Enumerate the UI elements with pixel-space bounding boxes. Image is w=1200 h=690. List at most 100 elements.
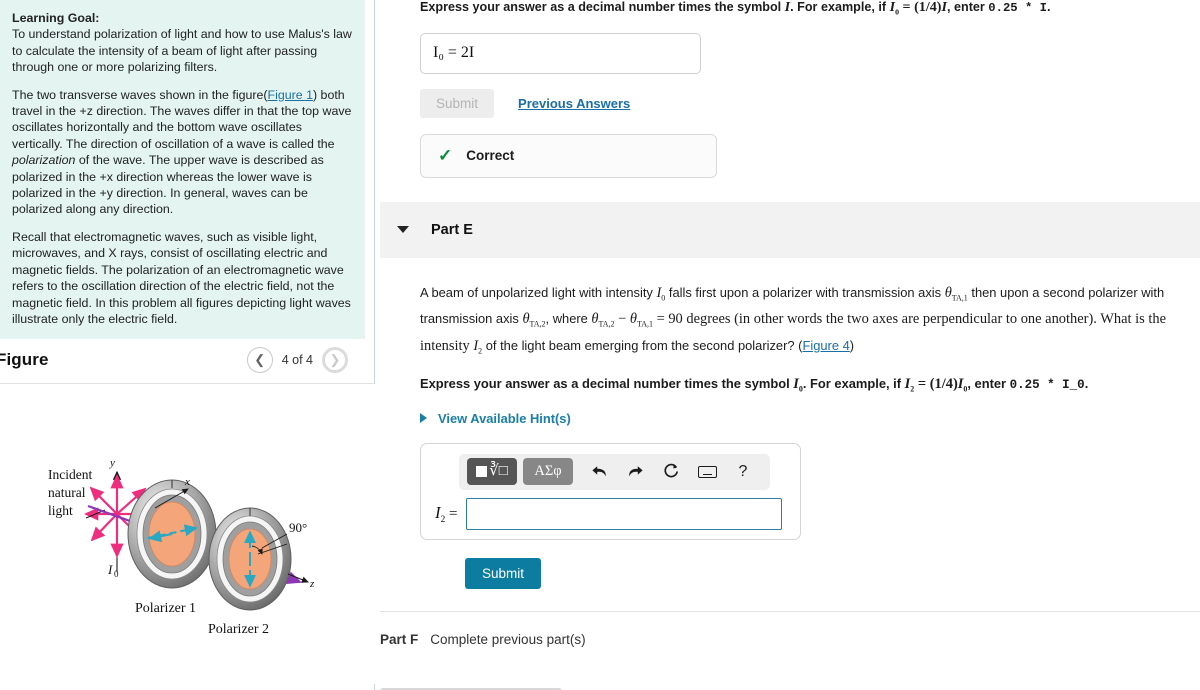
correct-label: Correct: [466, 148, 515, 164]
instr-text-b: . For example, if: [790, 0, 890, 14]
ex-text-d: , enter: [967, 376, 1010, 392]
checkmark-icon: ✓: [438, 145, 453, 165]
polarizer-1: Polarizer 1: [127, 479, 217, 616]
answer-input[interactable]: [466, 497, 783, 530]
part-e-body: A beam of unpolarized light with intensi…: [375, 258, 1200, 589]
figure-4-link[interactable]: Figure 4: [802, 338, 849, 353]
q-theta-2-sub: TA,2: [529, 319, 546, 329]
label-polarizer-1: Polarizer 1: [135, 601, 196, 616]
undo-arrow-icon[interactable]: [581, 457, 617, 487]
q-theta-2b-sub: TA,2: [598, 319, 615, 329]
chevron-left-icon: ❮: [254, 352, 266, 368]
instr-text-d: , enter: [947, 0, 989, 14]
math-toolbar: ∛□ ΑΣφ ?: [459, 453, 770, 490]
label-polarizer-2: Polarizer 2: [208, 622, 269, 637]
figure-counter: 4 of 4: [281, 353, 313, 368]
part-f-row: Part F Complete previous part(s): [380, 632, 1200, 647]
part-f-label: Part F: [380, 631, 419, 647]
reset-circular-arrow-icon[interactable]: [653, 457, 689, 487]
label-angle-90: 90°: [289, 520, 307, 535]
answer-label-equals: =: [445, 505, 458, 522]
part-f-status: Complete previous part(s): [430, 631, 586, 647]
instr-text-e: .: [1046, 0, 1051, 14]
right-panel: Express your answer as a decimal number …: [375, 0, 1200, 690]
left-panel: Learning Goal: To understand polarizatio…: [0, 0, 375, 690]
q-theta-1b-sub: TA,1: [636, 319, 653, 329]
correct-feedback-box: ✓ Correct: [420, 133, 717, 178]
q-theta-2: θ: [522, 311, 530, 328]
previous-submit-row: Submit Previous Answers: [420, 88, 1200, 118]
ex-text-e: .: [1084, 376, 1089, 392]
label-natural: natural: [48, 485, 86, 500]
q-minus: −: [614, 311, 630, 328]
label-light: light: [48, 503, 73, 518]
polarizer-diagram: y Incident natural light I 0 Polarizer 1…: [48, 457, 315, 637]
part-e-question: A beam of unpolarized light with intensi…: [420, 282, 1172, 362]
redo-arrow-icon[interactable]: [617, 457, 653, 487]
previous-answer-value: I₀ = 2I: [433, 44, 475, 62]
q-text-1: A beam of unpolarized light with intensi…: [420, 284, 657, 300]
greek-symbols-icon[interactable]: ΑΣφ: [523, 458, 573, 486]
svg-text:x: x: [184, 476, 190, 488]
ex-text-b: . For example, if: [802, 376, 905, 392]
figure-canvas: y Incident natural light I 0 Polarizer 1…: [0, 384, 375, 685]
template-square-glyph: [476, 466, 488, 478]
figure-next-button[interactable]: ❯: [322, 347, 348, 374]
previous-part-instruction: Express your answer as a decimal number …: [420, 0, 1200, 21]
problem-page: Learning Goal: To understand polarizatio…: [0, 0, 1200, 690]
submit-row: Submit: [465, 557, 1200, 589]
view-hints-row[interactable]: View Available Hint(s): [420, 411, 1200, 426]
nth-root-glyph: ∛□: [489, 463, 508, 480]
svg-text:I: I: [107, 562, 113, 577]
section-divider: [380, 610, 1200, 612]
ex-text-c: = (1/4): [914, 376, 958, 393]
ex-mono: 0.25 * I_0: [1009, 378, 1085, 393]
keyboard-glyph: [697, 465, 717, 478]
polarization-italic: polarization: [12, 153, 76, 168]
part-e-header[interactable]: Part E: [380, 201, 1200, 258]
view-hints-label[interactable]: View Available Hint(s): [438, 411, 571, 426]
instr-text-c: = (1/4): [898, 0, 942, 15]
previous-answers-link[interactable]: Previous Answers: [518, 96, 630, 111]
learning-goal-title: Learning Goal:: [12, 11, 100, 25]
q-theta-1b: θ: [629, 311, 637, 328]
em-waves-paragraph: Recall that electromagnetic waves, such …: [12, 229, 351, 326]
figure-navigation: ❮ 4 of 4 ❯: [246, 347, 348, 374]
learning-goal-box: Learning Goal: To understand polarizatio…: [0, 0, 365, 340]
figure-prev-button[interactable]: ❮: [246, 347, 273, 374]
polarizer-2: Polarizer 2: [208, 507, 292, 637]
learning-goal-text: To understand polarization of light and …: [12, 27, 352, 75]
caret-down-icon[interactable]: [397, 226, 409, 234]
q-text-7: ): [849, 337, 855, 353]
label-incident: Incident: [48, 467, 92, 482]
svg-text:0: 0: [114, 569, 119, 579]
keyboard-icon[interactable]: [689, 457, 725, 487]
ex-text-a: Express your answer as a decimal number …: [420, 376, 794, 392]
chevron-right-icon: ❯: [329, 352, 341, 368]
waves-paragraph: The two transverse waves shown in the fi…: [12, 87, 353, 218]
answer-label: I2 =: [435, 503, 457, 525]
instr-mono-example: 0.25 * I: [988, 1, 1047, 15]
question-mark-icon[interactable]: ?: [725, 457, 761, 487]
q-theta-1-sub: TA,1: [951, 293, 968, 303]
answer-entry-box: ∛□ ΑΣφ ? I2 =: [420, 442, 801, 540]
part-e-express-instruction: Express your answer as a decimal number …: [420, 376, 1200, 394]
part-e-title: Part E: [431, 221, 473, 238]
previous-part-instruction-row: Express your answer as a decimal number …: [375, 0, 1200, 21]
figure-header: Figure ❮ 4 of 4 ❯: [0, 339, 374, 385]
figure-1-link[interactable]: Figure 1: [268, 88, 313, 102]
q-theta-1: θ: [944, 284, 952, 301]
learning-goal-paragraph: Learning Goal: To understand polarizatio…: [12, 10, 353, 76]
q-text-2: falls first upon a polarizer with transm…: [665, 284, 945, 300]
previous-answer-field[interactable]: I₀ = 2I: [420, 32, 701, 74]
q-text-4: , where: [545, 311, 592, 327]
submit-button-disabled[interactable]: Submit: [420, 88, 495, 118]
svg-text:y: y: [109, 457, 115, 469]
answer-input-row: I2 =: [435, 497, 783, 530]
submit-button[interactable]: Submit: [465, 557, 542, 589]
q-theta-2b: θ: [591, 311, 599, 328]
figure-heading: Figure: [0, 350, 49, 370]
math-template-icon[interactable]: ∛□: [467, 458, 517, 486]
svg-text:z: z: [309, 578, 315, 590]
caret-right-icon: [420, 413, 427, 424]
